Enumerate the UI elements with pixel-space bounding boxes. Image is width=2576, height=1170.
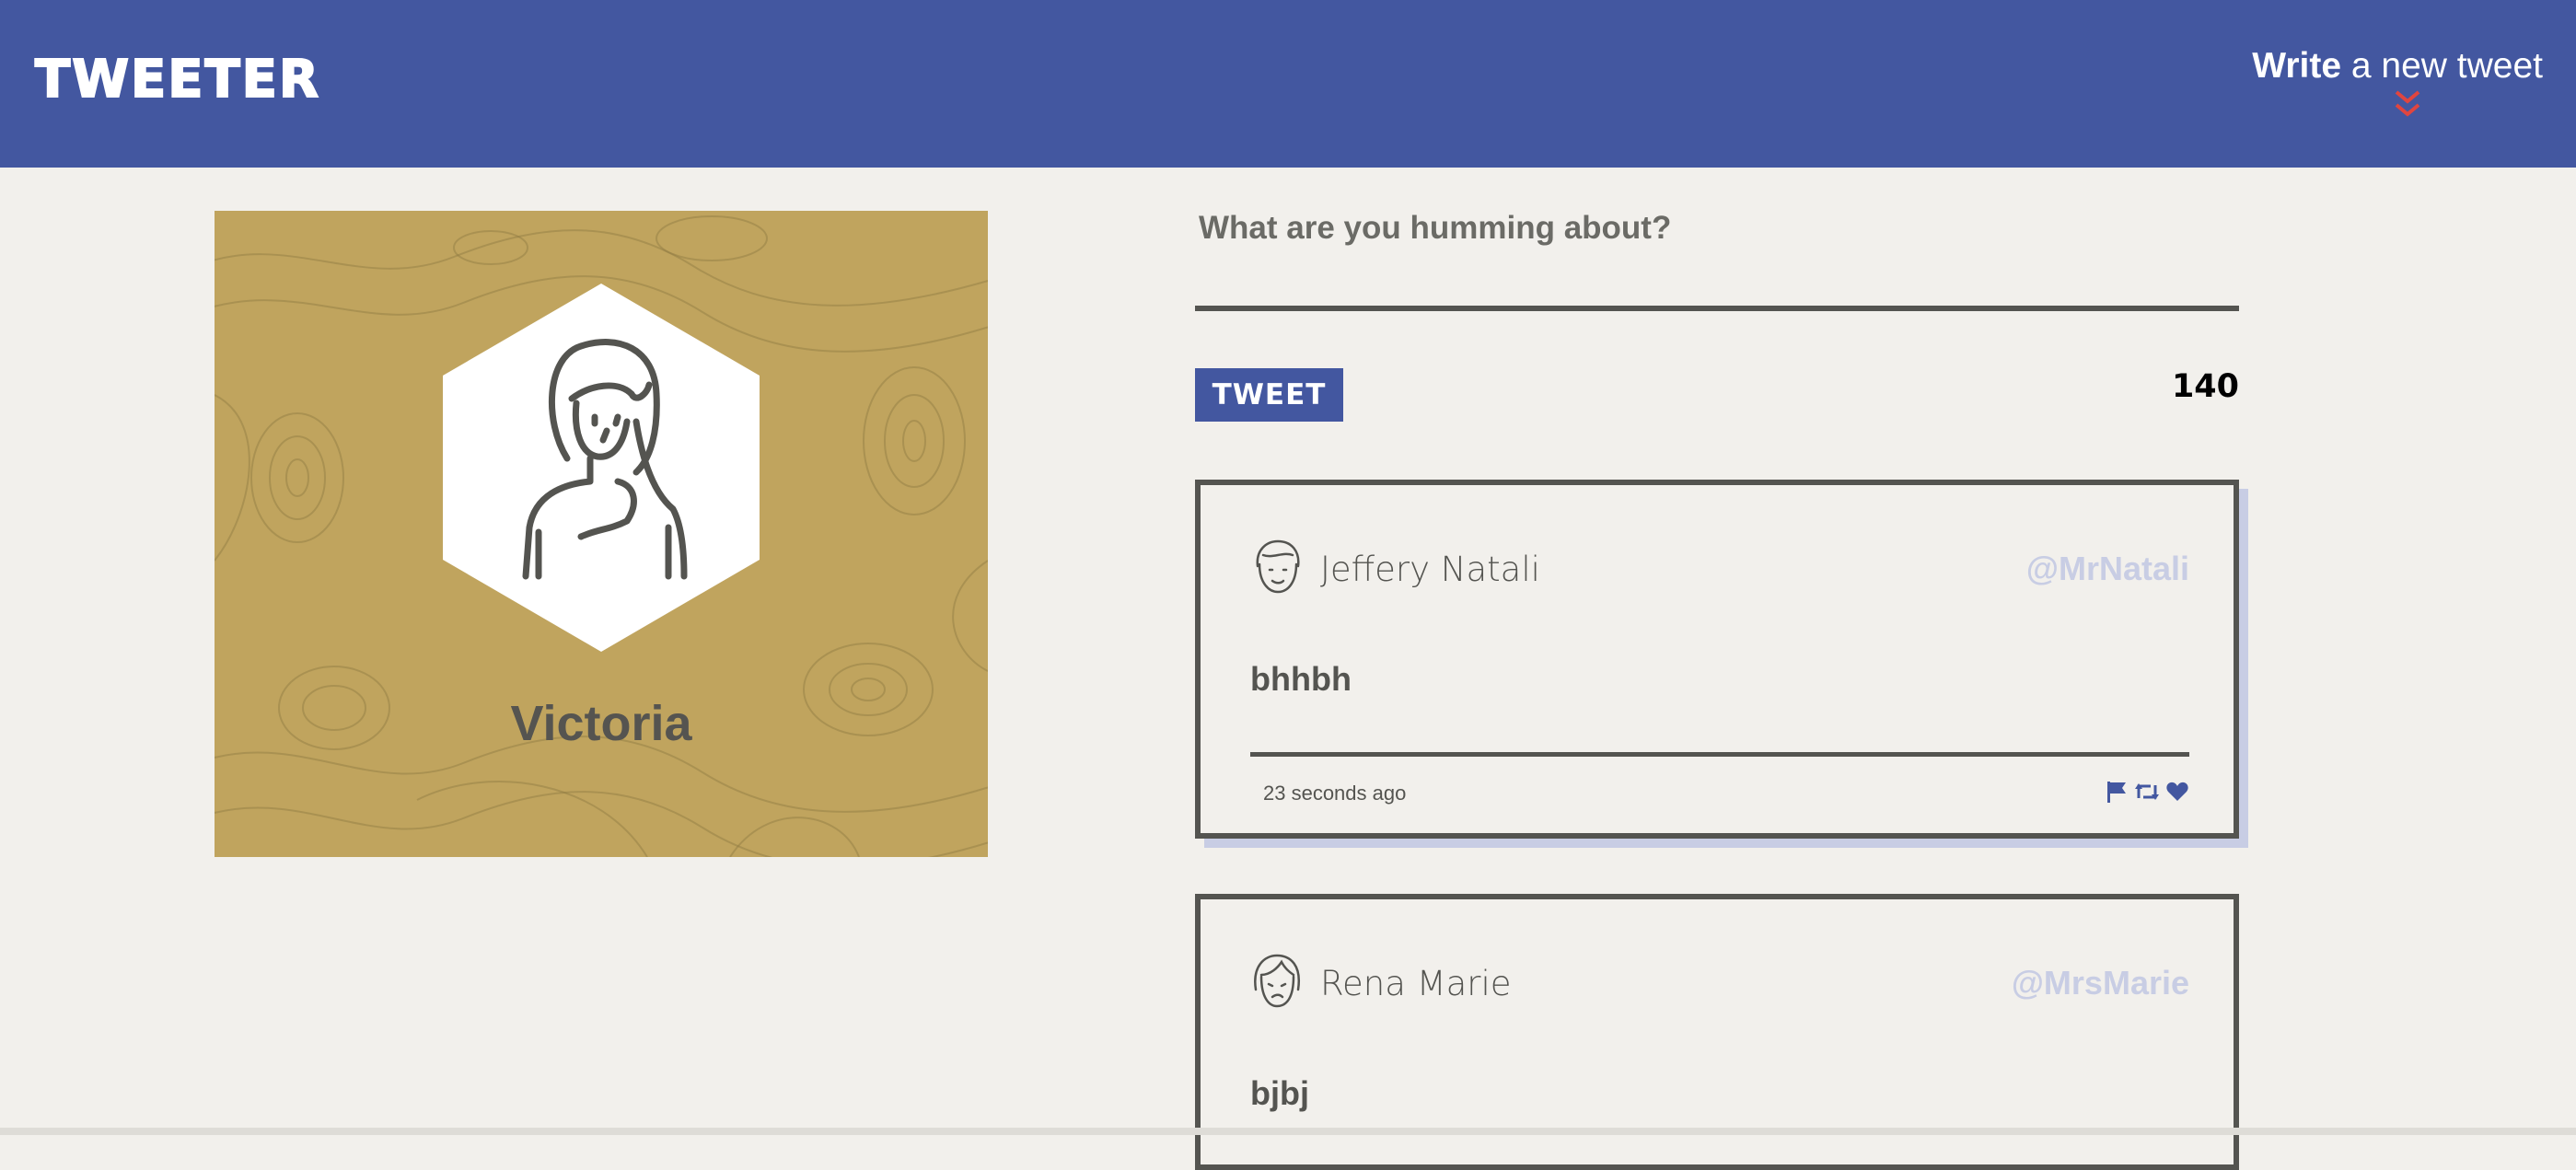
compose-toggle-strong: Write bbox=[2252, 46, 2342, 86]
tweet-submit-button[interactable]: TWEET bbox=[1195, 368, 1343, 422]
tweet-card: Jeffery Natali @MrNatali bhhbh 23 second… bbox=[1195, 480, 2239, 839]
profile-name: Victoria bbox=[510, 696, 692, 751]
retweet-icon[interactable] bbox=[2134, 780, 2160, 804]
navbar: TWEETER Write a new tweet bbox=[0, 0, 2576, 168]
tweet-timestamp: 23 seconds ago bbox=[1263, 782, 1407, 805]
compose-tweet-input[interactable] bbox=[1195, 210, 2239, 311]
tweet-actions bbox=[2105, 780, 2189, 804]
tweet-author-handle: @MrNatali bbox=[2025, 550, 2189, 587]
tweet-body: bhhbh bbox=[1250, 660, 1352, 698]
user-avatar-icon bbox=[1256, 539, 1300, 594]
tweet-author-handle: @MrsMarie bbox=[2011, 964, 2189, 1002]
profile-card: Victoria bbox=[215, 211, 988, 857]
tweet-author-name: Rena Marie bbox=[1320, 964, 1512, 1003]
tweet-divider bbox=[1250, 752, 2189, 757]
chevron-double-down-icon[interactable] bbox=[2389, 88, 2426, 122]
flag-icon[interactable] bbox=[2105, 780, 2129, 804]
compose-toggle-text: a new tweet bbox=[2341, 46, 2543, 86]
brand-logo[interactable]: TWEETER bbox=[34, 49, 320, 110]
page-bottom-edge bbox=[0, 1128, 2576, 1135]
character-counter: 140 bbox=[2171, 368, 2239, 405]
profile-avatar bbox=[443, 284, 760, 652]
user-avatar-icon bbox=[1254, 954, 1301, 1008]
tweet-author-name: Jeffery Natali bbox=[1320, 550, 1540, 589]
tweet-body: bjbj bbox=[1250, 1074, 1309, 1112]
write-tweet-toggle[interactable]: Write a new tweet bbox=[2252, 46, 2543, 87]
heart-icon[interactable] bbox=[2165, 780, 2189, 804]
